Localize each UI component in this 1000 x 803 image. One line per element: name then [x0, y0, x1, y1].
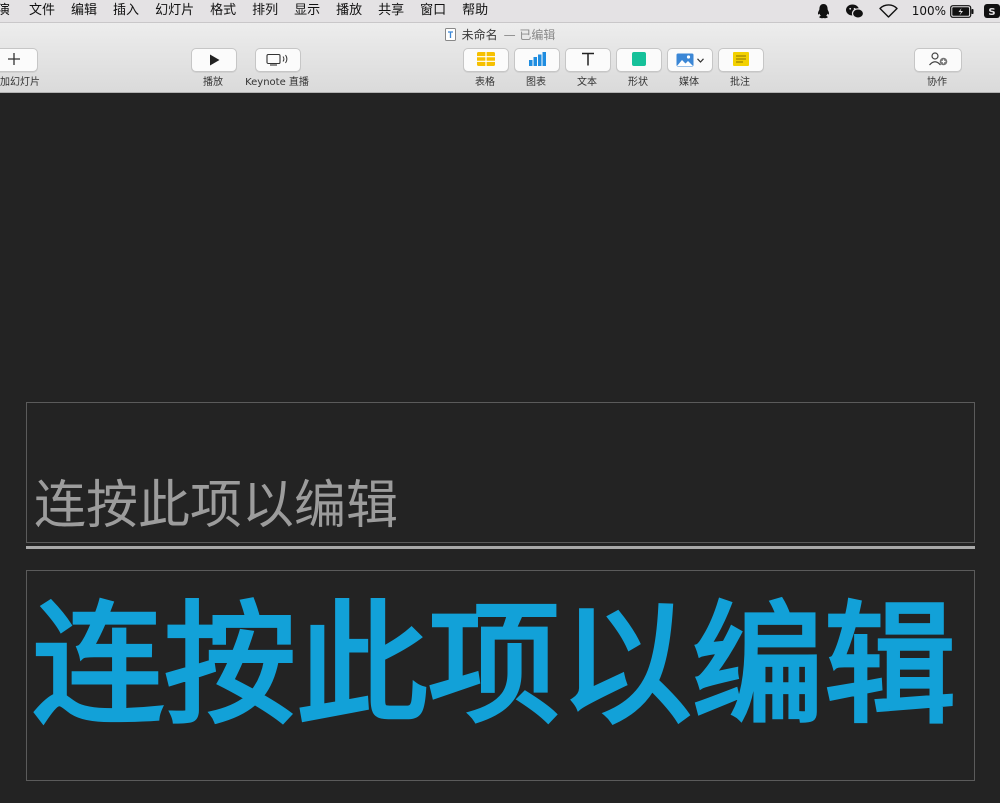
shape-label: 形状 [628, 77, 648, 88]
document-state: — 已编辑 [503, 28, 556, 42]
menu-arrange[interactable]: 排列 [244, 0, 286, 22]
collaborate-label: 协作 [927, 77, 947, 88]
subtitle-text-box[interactable]: 连按此项以编辑 [26, 402, 975, 543]
menu-play[interactable]: 播放 [328, 0, 370, 22]
svg-text:S: S [988, 7, 995, 18]
keynote-live-label: Keynote 直播 [245, 77, 309, 88]
slide-divider-line[interactable] [26, 546, 975, 549]
play-icon [209, 51, 220, 70]
media-button[interactable] [667, 48, 713, 72]
text-button[interactable] [565, 48, 611, 72]
slide-canvas[interactable]: 连按此项以编辑 连按此项以编辑 [0, 93, 1000, 803]
menu-app[interactable]: 演 [0, 0, 21, 22]
shape-square-icon [632, 51, 646, 70]
table-icon [477, 51, 495, 70]
image-icon [676, 53, 704, 67]
subtitle-placeholder[interactable]: 连按此项以编辑 [34, 475, 398, 537]
chart-button[interactable] [514, 48, 560, 72]
menu-window[interactable]: 窗口 [412, 0, 454, 22]
comment-button[interactable] [718, 48, 764, 72]
title-placeholder[interactable]: 连按此项以编辑 [32, 591, 956, 741]
play-button[interactable] [191, 48, 237, 72]
shape-button[interactable] [616, 48, 662, 72]
menu-file[interactable]: 文件 [21, 0, 63, 22]
document-name: 未命名 [461, 28, 498, 42]
chart-label: 图表 [526, 77, 546, 88]
menu-view[interactable]: 显示 [286, 0, 328, 22]
menu-help[interactable]: 帮助 [454, 0, 496, 22]
plus-icon [7, 51, 21, 70]
keynote-document-icon [444, 28, 456, 41]
wechat-icon[interactable] [845, 3, 865, 20]
battery-icon[interactable] [950, 4, 974, 18]
keynote-live-button[interactable] [255, 48, 301, 72]
title-text-box[interactable]: 连按此项以编辑 [26, 570, 975, 781]
table-button[interactable] [463, 48, 509, 72]
text-t-icon [581, 51, 595, 70]
menu-bar: 演 文件 编辑 插入 幻灯片 格式 排列 显示 播放 共享 窗口 帮助 100%… [0, 0, 1000, 23]
menu-list: 演 文件 编辑 插入 幻灯片 格式 排列 显示 播放 共享 窗口 帮助 [0, 0, 496, 22]
media-label: 媒体 [679, 77, 699, 88]
collaborate-button[interactable] [914, 48, 962, 72]
menu-format[interactable]: 格式 [202, 0, 244, 22]
menu-share[interactable]: 共享 [370, 0, 412, 22]
comment-label: 批注 [730, 77, 750, 88]
play-label: 播放 [203, 77, 223, 88]
add-slide-button[interactable] [0, 48, 38, 72]
qq-icon[interactable] [816, 3, 831, 20]
table-label: 表格 [475, 77, 495, 88]
add-slide-label: 加幻灯片 [0, 77, 40, 88]
menu-slide[interactable]: 幻灯片 [147, 0, 202, 22]
toolbar: 未命名 — 已编辑 加幻灯片 播放 Keynote 直播 表格 图表 文本 形状… [0, 23, 1000, 93]
text-label: 文本 [577, 77, 597, 88]
bar-chart-icon [528, 51, 546, 70]
menu-edit[interactable]: 编辑 [63, 0, 105, 22]
window-title: 未命名 — 已编辑 [0, 26, 1000, 43]
keynote-live-icon [266, 51, 290, 70]
input-method-icon[interactable]: S [984, 4, 1000, 18]
add-person-icon [928, 51, 948, 70]
wifi-icon[interactable] [878, 4, 898, 18]
battery-percent: 100% [911, 4, 946, 18]
chevron-down-icon [697, 57, 704, 63]
sticky-note-icon [733, 51, 749, 70]
status-area: 100% S [816, 0, 1000, 22]
menu-insert[interactable]: 插入 [105, 0, 147, 22]
